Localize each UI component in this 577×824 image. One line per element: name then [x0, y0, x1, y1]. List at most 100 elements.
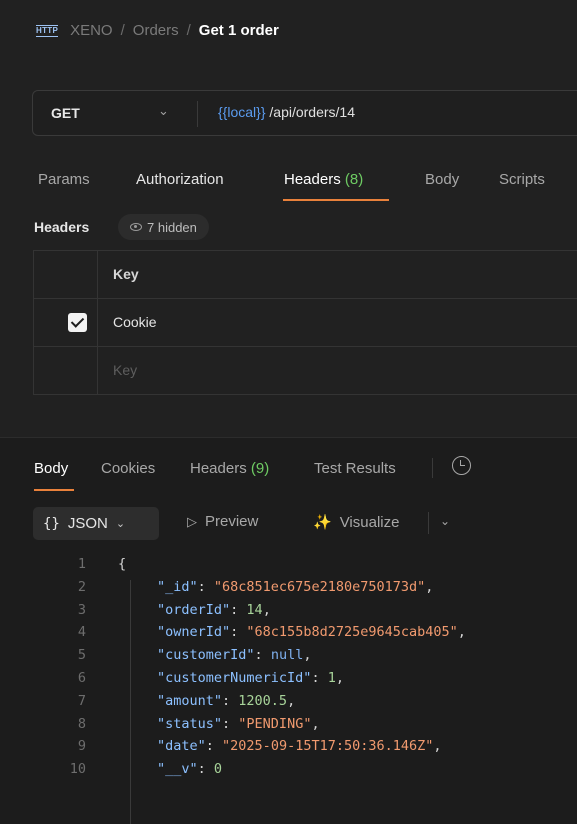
table-row-new: Key	[34, 347, 577, 395]
json-property: "__v": 0	[157, 761, 222, 777]
json-colon: :	[230, 624, 247, 641]
json-comma: ,	[287, 692, 296, 709]
response-tab-headers-label: Headers	[190, 460, 247, 477]
json-value: "2025-09-15T17:50:36.146Z"	[222, 738, 434, 755]
json-colon: :	[197, 578, 214, 595]
json-value: "PENDING"	[238, 715, 312, 732]
json-key: "_id"	[157, 578, 198, 595]
tab-params[interactable]: Params	[38, 171, 90, 188]
line-number: 6	[77, 670, 86, 686]
table-row: Cookie	[34, 299, 577, 347]
url-bar: GET ⌄ {{local}} /api/orders/14	[32, 90, 577, 136]
play-icon: ▷	[187, 513, 197, 529]
preview-label: Preview	[205, 513, 259, 530]
json-key: "orderId"	[157, 601, 231, 618]
json-colon: :	[197, 761, 214, 778]
visualize-label: Visualize	[339, 513, 400, 531]
json-key: "customerId"	[157, 647, 255, 664]
json-colon: :	[205, 738, 223, 755]
json-comma: ,	[457, 624, 466, 641]
response-format-select[interactable]: {} JSON ⌄	[33, 507, 159, 540]
line-number: 7	[77, 692, 86, 709]
visualize-icon: ✨	[313, 514, 332, 531]
eye-icon	[130, 223, 142, 231]
json-colon: :	[222, 692, 239, 709]
line-number: 5	[77, 647, 86, 664]
json-value: 14	[246, 601, 263, 618]
column-header-key: Key	[113, 266, 139, 282]
url-path: /api/orders/14	[269, 104, 355, 120]
chevron-down-icon[interactable]: ⌄	[158, 103, 169, 119]
json-value: "68c155b8d2725e9645cab405"	[246, 624, 458, 641]
json-colon: :	[230, 601, 247, 618]
response-tab-headers[interactable]: Headers (9)	[190, 460, 269, 477]
format-label: JSON	[67, 515, 108, 532]
header-enabled-checkbox[interactable]	[68, 313, 87, 332]
json-property: "date": "2025-09-15T17:50:36.146Z",	[157, 738, 442, 754]
new-header-key-input[interactable]: Key	[113, 362, 137, 378]
chevron-down-icon[interactable]: ⌄	[440, 514, 450, 528]
json-property: "customerNumericId": 1,	[157, 670, 344, 686]
json-key: "__v"	[157, 761, 198, 778]
active-tab-indicator	[283, 199, 389, 201]
json-key: "ownerId"	[157, 624, 231, 641]
headers-count-badge: (8)	[344, 171, 364, 188]
json-value: "68c851ec675e2180e750173d"	[213, 578, 426, 595]
tab-headers[interactable]: Headers (8)	[284, 171, 363, 188]
braces-icon: {}	[43, 515, 60, 532]
json-value: 0	[213, 761, 223, 778]
json-comma: ,	[311, 715, 320, 732]
response-tab-test-results[interactable]: Test Results	[314, 460, 396, 477]
response-active-tab-indicator	[34, 489, 74, 491]
table-header-row: Key	[34, 251, 577, 299]
visualize-button[interactable]: ✨ Visualize	[313, 513, 400, 532]
method-select[interactable]: GET	[51, 105, 80, 121]
response-tab-body[interactable]: Body	[34, 460, 68, 477]
json-value: null	[270, 647, 304, 664]
breadcrumb-item-workspace[interactable]: XENO	[70, 22, 113, 39]
line-number: 4	[77, 624, 86, 641]
url-divider	[197, 101, 198, 127]
line-number: 8	[77, 715, 86, 732]
tab-body[interactable]: Body	[425, 171, 459, 188]
json-colon: :	[222, 715, 239, 732]
visualize-divider	[428, 512, 429, 534]
url-input[interactable]: {{local}} /api/orders/14	[218, 104, 355, 120]
hidden-headers-label: 7 hidden	[147, 219, 197, 235]
breadcrumb-item-folder[interactable]: Orders	[133, 22, 179, 39]
tab-headers-label: Headers	[284, 171, 341, 188]
json-colon: :	[311, 670, 328, 686]
json-property: "status": "PENDING",	[157, 716, 320, 732]
http-icon: HTTP	[36, 24, 59, 37]
json-value: 1	[327, 670, 336, 686]
response-tabs-divider	[432, 458, 433, 478]
request-name[interactable]: Get 1 order	[199, 22, 279, 39]
json-property: "amount": 1200.5,	[157, 693, 295, 709]
json-key: "status"	[157, 715, 223, 732]
history-icon[interactable]	[452, 456, 471, 475]
tab-authorization[interactable]: Authorization	[136, 171, 224, 188]
headers-section-title: Headers	[34, 219, 90, 235]
json-property: "customerId": null,	[157, 647, 311, 663]
breadcrumb-separator: /	[120, 22, 125, 39]
json-property: "orderId": 14,	[157, 602, 271, 618]
breadcrumb: HTTP XENO / Orders / Get 1 order	[36, 22, 279, 39]
chevron-down-icon: ⌄	[115, 518, 126, 530]
hidden-headers-toggle[interactable]: 7 hidden	[118, 214, 209, 240]
json-property: "_id": "68c851ec675e2180e750173d",	[157, 579, 433, 595]
line-number: 10	[69, 761, 86, 778]
indent-guide	[130, 580, 131, 824]
json-key: "customerNumericId"	[157, 670, 312, 686]
json-colon: :	[254, 647, 271, 664]
json-comma: ,	[425, 578, 434, 595]
json-brace: {	[118, 556, 127, 572]
response-headers-count: (9)	[250, 460, 270, 477]
json-comma: ,	[433, 738, 442, 755]
json-key: "date"	[157, 738, 206, 755]
preview-button[interactable]: ▷ Preview	[187, 513, 258, 530]
header-key-cell[interactable]: Cookie	[113, 314, 157, 330]
json-key: "amount"	[157, 692, 223, 709]
json-comma: ,	[335, 670, 344, 686]
response-tab-cookies[interactable]: Cookies	[101, 460, 155, 477]
tab-scripts[interactable]: Scripts	[499, 171, 545, 188]
